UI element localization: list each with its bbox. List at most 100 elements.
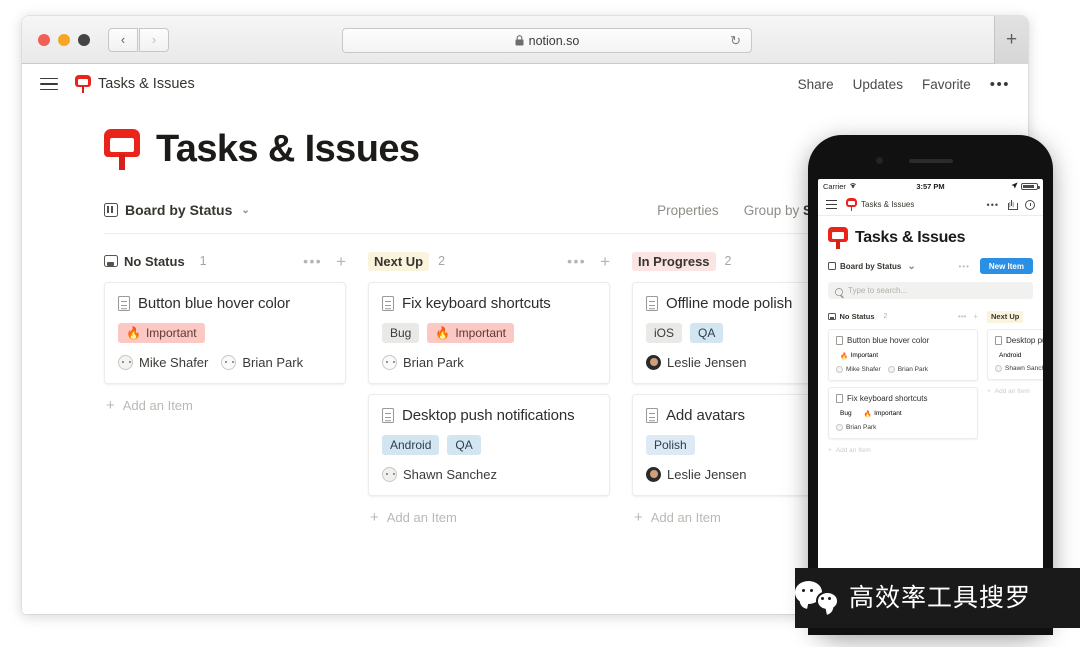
wechat-icon — [795, 581, 839, 611]
page-icon — [646, 408, 658, 423]
board-column-name[interactable]: No Status — [104, 252, 191, 271]
search-input[interactable]: Type to search... — [828, 282, 1033, 299]
person[interactable]: Brian Park — [221, 355, 303, 370]
ios-more-options-icon[interactable]: ••• — [958, 262, 969, 271]
new-tab-button[interactable]: + — [994, 16, 1028, 64]
tag[interactable]: Bug — [836, 408, 856, 419]
favorite-button[interactable]: Favorite — [922, 77, 971, 92]
add-item-button[interactable]: + Add an Item — [368, 509, 610, 526]
ios-breadcrumb[interactable]: Tasks & Issues — [846, 198, 914, 211]
person[interactable]: Brian Park — [836, 424, 876, 431]
new-item-button[interactable]: New Item — [979, 258, 1033, 274]
properties-button[interactable]: Properties — [657, 203, 719, 218]
breadcrumb[interactable]: Tasks & Issues — [75, 74, 195, 94]
tag[interactable]: 🔥 Important — [427, 323, 515, 343]
add-item-button[interactable]: + Add an Item — [828, 447, 978, 454]
column-more-icon[interactable]: ••• — [958, 312, 966, 321]
ios-board-column: No Status 2 ••• + Button blue hover color 🔥 Im… — [828, 310, 978, 454]
board-card[interactable]: Button blue hover color 🔥 Important Mike Sh… — [104, 282, 346, 384]
reload-icon[interactable]: ↻ — [730, 33, 741, 49]
tag[interactable]: iOS — [646, 323, 683, 343]
ios-board-card-tags: Android — [995, 350, 1043, 360]
ios-view-tab-board-by-status[interactable]: Board by Status ⌄ — [828, 261, 916, 272]
fire-icon: 🔥 — [863, 410, 872, 418]
close-window-button[interactable] — [38, 33, 50, 46]
ios-board-column-name[interactable]: No Status — [828, 311, 879, 323]
tag[interactable]: Bug — [382, 323, 420, 343]
ios-board-card[interactable]: Fix keyboard shortcuts Bug 🔥 Important Brian… — [828, 387, 978, 439]
person[interactable]: Shawn Sanchez — [382, 467, 497, 482]
address-bar[interactable]: notion.so ↻ — [342, 28, 752, 53]
tag-label: QA — [455, 437, 473, 452]
plus-icon: + — [634, 509, 643, 526]
add-item-label: Add an Item — [994, 388, 1030, 395]
ios-board-card[interactable]: Desktop push notifications Android Shawn S… — [987, 329, 1043, 380]
view-tab-board-by-status[interactable]: Board by Status ⌄ — [104, 202, 250, 218]
hamburger-icon[interactable] — [826, 200, 837, 209]
tag[interactable]: Android — [382, 435, 440, 455]
person[interactable]: Mike Shafer — [836, 366, 881, 373]
tag-label: Android — [390, 437, 432, 452]
board-column-header: Next Up 2 ••• + — [368, 250, 610, 272]
share-button[interactable]: Share — [798, 77, 834, 92]
share-icon[interactable] — [1008, 199, 1018, 210]
page-icon — [836, 336, 843, 345]
person[interactable]: Leslie Jensen — [646, 355, 747, 370]
person[interactable]: Brian Park — [382, 355, 464, 370]
avatar — [836, 366, 843, 373]
ios-board-column-name[interactable]: Next Up — [987, 310, 1024, 323]
ios-board-card[interactable]: Button blue hover color 🔥 Important Mike Sh… — [828, 329, 978, 381]
board-card[interactable]: Fix keyboard shortcuts Bug 🔥 Important Brian… — [368, 282, 610, 384]
board-column-actions: ••• + — [303, 253, 346, 270]
forward-button[interactable]: › — [139, 27, 169, 52]
ios-breadcrumb-label: Tasks & Issues — [861, 200, 915, 209]
search-icon — [835, 287, 843, 296]
ios-board-card-title-text: Button blue hover color — [847, 336, 930, 345]
person-name: Brian Park — [242, 355, 304, 370]
ios-board-column-header: No Status 2 ••• + — [828, 310, 978, 323]
board-column-actions: ••• + — [567, 253, 610, 270]
avatar — [646, 355, 661, 370]
board-cards: Button blue hover color 🔥 Important Mike Sh… — [104, 282, 346, 384]
tag[interactable]: Android — [995, 350, 1025, 360]
tag[interactable]: QA — [690, 323, 724, 343]
person[interactable]: Mike Shafer — [118, 355, 208, 370]
person[interactable]: Shawn Sanchez — [995, 365, 1043, 372]
column-add-icon[interactable]: + — [336, 253, 346, 270]
column-add-icon[interactable]: + — [600, 253, 610, 270]
clock-icon[interactable] — [1025, 199, 1035, 210]
mailbox-icon[interactable] — [104, 128, 140, 171]
add-item-button[interactable]: + Add an Item — [104, 397, 346, 414]
board-card-people: Brian Park — [382, 355, 596, 370]
zoom-window-button[interactable] — [78, 33, 90, 46]
tag[interactable]: 🔥 Important — [118, 323, 205, 343]
battery-icon — [1021, 182, 1040, 191]
updates-button[interactable]: Updates — [853, 77, 903, 92]
column-add-icon[interactable]: + — [973, 312, 978, 321]
fire-icon: 🔥 — [435, 325, 451, 340]
tag[interactable]: 🔥 Important — [860, 408, 906, 419]
avatar — [118, 355, 133, 370]
more-options-icon[interactable]: ••• — [990, 76, 1010, 93]
column-more-icon[interactable]: ••• — [303, 253, 322, 269]
app-header-actions: Share Updates Favorite ••• — [798, 76, 1010, 93]
plus-icon: + — [370, 509, 379, 526]
hamburger-icon[interactable] — [40, 77, 58, 91]
tag[interactable]: 🔥 Important — [836, 350, 882, 361]
board-column-count: 1 — [199, 254, 207, 268]
person[interactable]: Leslie Jensen — [646, 467, 747, 482]
minimize-window-button[interactable] — [58, 33, 70, 46]
add-item-button[interactable]: + Add an Item — [987, 388, 1043, 395]
back-button[interactable]: ‹ — [108, 27, 138, 52]
column-more-icon[interactable]: ••• — [567, 253, 586, 269]
board-column-name[interactable]: Next Up — [368, 251, 430, 271]
board-card[interactable]: Desktop push notifications Android QA Shawn… — [368, 394, 610, 496]
board-column-name[interactable]: In Progress — [632, 251, 716, 271]
more-options-icon[interactable]: ••• — [987, 200, 999, 210]
window-controls — [38, 33, 90, 46]
tag[interactable]: QA — [447, 435, 481, 455]
person[interactable]: Brian Park — [887, 366, 928, 373]
tag[interactable]: Polish — [646, 435, 695, 455]
ios-board-column-label: No Status — [839, 312, 875, 321]
avatar — [221, 355, 237, 370]
